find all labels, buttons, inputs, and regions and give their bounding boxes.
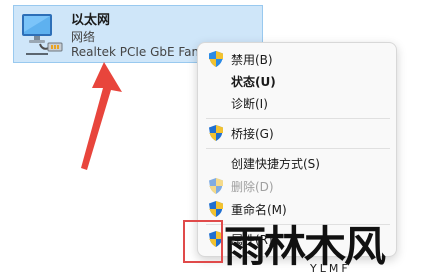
menu-item-bridge[interactable]: 桥接(G) <box>198 121 396 145</box>
uac-shield-icon <box>209 201 223 217</box>
red-highlight-box <box>183 220 223 263</box>
menu-item-label: 禁用(B) <box>231 53 273 67</box>
red-arrow-annotation <box>81 62 122 170</box>
menu-item-delete: 删除(D) <box>198 174 396 198</box>
watermark-text: 雨林木风 <box>224 222 386 271</box>
uac-shield-icon <box>209 125 223 141</box>
menu-item-label: 删除(D) <box>231 180 274 194</box>
adapter-name: 以太网 <box>71 13 111 28</box>
watermark-sub: YLMF <box>310 262 351 275</box>
menu-separator <box>206 148 390 149</box>
adapter-status: 网络 <box>71 30 96 44</box>
menu-item-label: 桥接(G) <box>231 127 274 141</box>
menu-item-disable[interactable]: 禁用(B) <box>198 47 396 71</box>
menu-item-label: 创建快捷方式(S) <box>231 157 320 171</box>
menu-separator <box>206 118 390 119</box>
menu-item-status[interactable]: 状态(U) <box>198 69 396 93</box>
menu-item-create-shortcut[interactable]: 创建快捷方式(S) <box>198 151 396 175</box>
uac-shield-icon <box>209 51 223 67</box>
menu-item-diagnose[interactable]: 诊断(I) <box>198 91 396 115</box>
watermark-logo: 雨林木风 YLMF <box>224 215 432 277</box>
network-adapter-icon <box>22 14 63 55</box>
uac-shield-icon <box>209 178 223 194</box>
menu-item-label: 诊断(I) <box>231 97 268 111</box>
menu-item-label: 状态(U) <box>231 75 276 89</box>
